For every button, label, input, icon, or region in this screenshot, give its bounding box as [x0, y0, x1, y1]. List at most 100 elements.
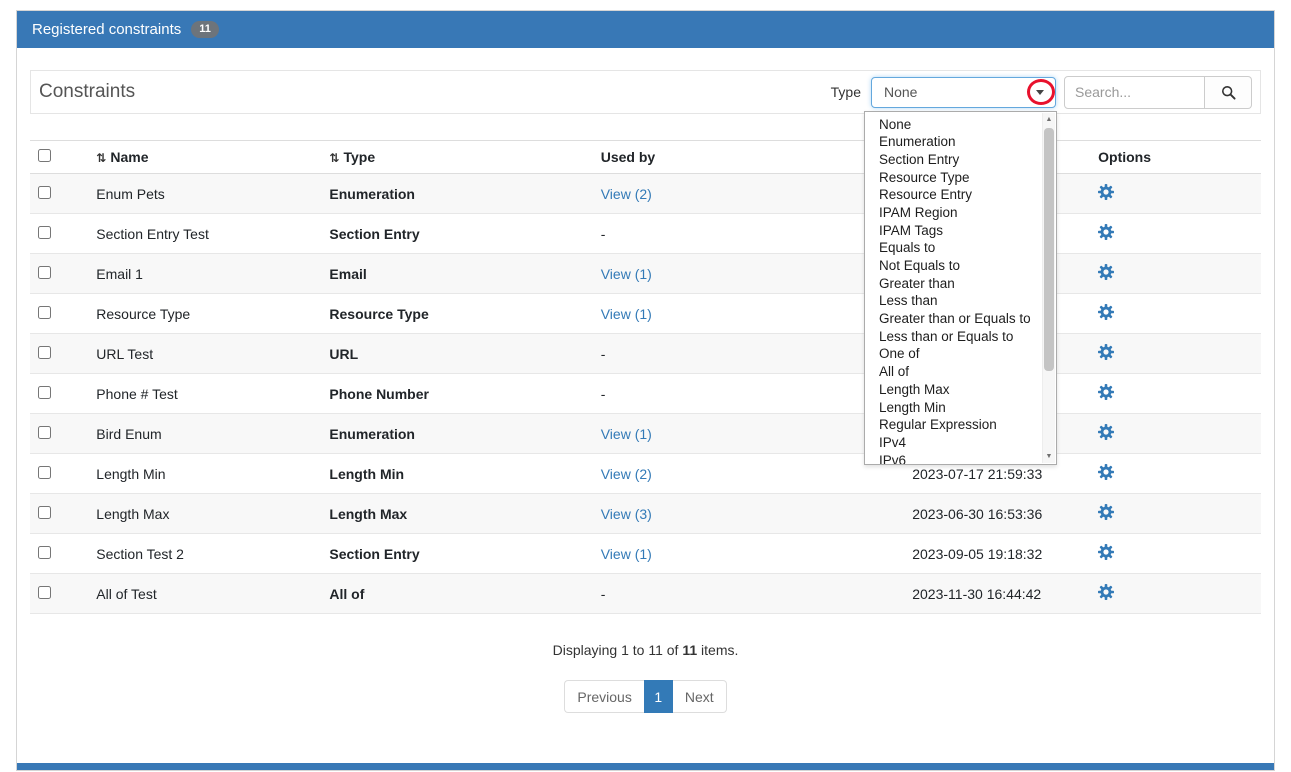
dropdown-scrollbar[interactable]: ▲ ▼ — [1042, 113, 1055, 463]
constraints-table-body: Enum Pets Enumeration View (2) — [30, 174, 1261, 614]
gear-icon[interactable] — [1098, 384, 1114, 400]
gear-icon[interactable] — [1098, 184, 1114, 200]
type-dropdown-option[interactable]: Resource Type — [865, 169, 1056, 187]
table-row: Phone # Test Phone Number - — [30, 374, 1261, 414]
pagination-next[interactable]: Next — [673, 680, 727, 713]
cell-type: URL — [321, 334, 592, 374]
type-dropdown-option[interactable]: Greater than — [865, 275, 1056, 293]
type-dropdown-option[interactable]: Less than or Equals to — [865, 328, 1056, 346]
cell-name: Bird Enum — [88, 414, 321, 454]
type-dropdown-option[interactable]: Not Equals to — [865, 257, 1056, 275]
cell-options — [1090, 494, 1261, 534]
type-dropdown-option[interactable]: Length Min — [865, 399, 1056, 417]
used-by-link[interactable]: View (1) — [601, 266, 652, 282]
type-select[interactable]: None — [871, 77, 1056, 108]
header-type[interactable]: ⇅Type — [321, 141, 592, 174]
toolbar-controls: Type None NoneEnumerationSection EntryRe… — [831, 76, 1252, 109]
table-row: Bird Enum Enumeration View (1) — [30, 414, 1261, 454]
search-input[interactable] — [1064, 76, 1205, 109]
gear-icon[interactable] — [1098, 224, 1114, 240]
row-checkbox[interactable] — [38, 266, 51, 279]
used-by-link[interactable]: View (2) — [601, 466, 652, 482]
cell-used-by: - — [601, 346, 606, 362]
table-row: Email 1 Email View (1) — [30, 254, 1261, 294]
scrollbar-thumb[interactable] — [1044, 128, 1054, 371]
row-checkbox-cell — [30, 534, 88, 574]
type-dropdown-option[interactable]: Section Entry — [865, 151, 1056, 169]
card-footer-bar — [17, 763, 1274, 770]
used-by-link[interactable]: View (3) — [601, 506, 652, 522]
type-dropdown-option[interactable]: Length Max — [865, 381, 1056, 399]
table-row: Resource Type Resource Type View (1) — [30, 294, 1261, 334]
header-options: Options — [1090, 141, 1261, 174]
type-dropdown-option[interactable]: IPAM Tags — [865, 222, 1056, 240]
used-by-link[interactable]: View (1) — [601, 426, 652, 442]
cell-name: Length Min — [88, 454, 321, 494]
row-checkbox[interactable] — [38, 546, 51, 559]
header-name[interactable]: ⇅Name — [88, 141, 321, 174]
type-select-value: None — [884, 84, 917, 100]
row-checkbox[interactable] — [38, 186, 51, 199]
cell-name: All of Test — [88, 574, 321, 614]
type-dropdown-option[interactable]: None — [865, 116, 1056, 134]
type-dropdown-option[interactable]: Less than — [865, 292, 1056, 310]
cell-type: Phone Number — [321, 374, 592, 414]
cell-options — [1090, 174, 1261, 214]
type-dropdown-option[interactable]: Greater than or Equals to — [865, 310, 1056, 328]
cell-type: Section Entry — [321, 214, 592, 254]
row-checkbox[interactable] — [38, 426, 51, 439]
pagination-page-1[interactable]: 1 — [644, 680, 673, 713]
type-dropdown-list: NoneEnumerationSection EntryResource Typ… — [864, 111, 1057, 465]
row-checkbox[interactable] — [38, 226, 51, 239]
cell-type: Enumeration — [321, 414, 592, 454]
row-checkbox[interactable] — [38, 586, 51, 599]
type-dropdown-option[interactable]: IPv6 — [865, 452, 1056, 465]
cell-type: Email — [321, 254, 592, 294]
type-dropdown-option[interactable]: All of — [865, 363, 1056, 381]
type-dropdown-option[interactable]: IPv4 — [865, 434, 1056, 452]
scroll-up-icon[interactable]: ▲ — [1043, 113, 1055, 126]
row-checkbox-cell — [30, 254, 88, 294]
sort-icon: ⇅ — [329, 151, 339, 165]
row-checkbox-cell — [30, 414, 88, 454]
gear-icon[interactable] — [1098, 504, 1114, 520]
gear-icon[interactable] — [1098, 424, 1114, 440]
type-dropdown-option[interactable]: Enumeration — [865, 133, 1056, 151]
gear-icon[interactable] — [1098, 584, 1114, 600]
type-dropdown-option[interactable]: Resource Entry — [865, 186, 1056, 204]
table-row: Section Entry Test Section Entry - — [30, 214, 1261, 254]
scroll-down-icon[interactable]: ▼ — [1043, 450, 1055, 463]
table-row: Length Min Length Min View (2) 2023-07-1… — [30, 454, 1261, 494]
gear-icon[interactable] — [1098, 464, 1114, 480]
type-filter-label: Type — [831, 84, 861, 100]
cell-name: Section Test 2 — [88, 534, 321, 574]
type-dropdown-option[interactable]: Equals to — [865, 239, 1056, 257]
used-by-link[interactable]: View (1) — [601, 306, 652, 322]
row-checkbox[interactable] — [38, 306, 51, 319]
row-checkbox[interactable] — [38, 386, 51, 399]
search-button[interactable] — [1205, 76, 1252, 109]
gear-icon[interactable] — [1098, 264, 1114, 280]
cell-used-by: - — [601, 386, 606, 402]
search-group — [1064, 76, 1252, 109]
table-row: Length Max Length Max View (3) 2023-06-3… — [30, 494, 1261, 534]
constraints-card: Registered constraints 11 Constraints Ty… — [16, 10, 1275, 771]
cell-used-by: - — [601, 226, 606, 242]
cell-options — [1090, 374, 1261, 414]
row-checkbox-cell — [30, 334, 88, 374]
used-by-link[interactable]: View (2) — [601, 186, 652, 202]
pagination-previous[interactable]: Previous — [564, 680, 643, 713]
gear-icon[interactable] — [1098, 304, 1114, 320]
cell-options — [1090, 414, 1261, 454]
gear-icon[interactable] — [1098, 544, 1114, 560]
type-dropdown-option[interactable]: One of — [865, 345, 1056, 363]
row-checkbox[interactable] — [38, 466, 51, 479]
type-dropdown-option[interactable]: Regular Expression — [865, 416, 1056, 434]
display-info: Displaying 1 to 11 of 11 items. — [30, 642, 1261, 658]
type-dropdown-option[interactable]: IPAM Region — [865, 204, 1056, 222]
row-checkbox[interactable] — [38, 346, 51, 359]
used-by-link[interactable]: View (1) — [601, 546, 652, 562]
row-checkbox[interactable] — [38, 506, 51, 519]
select-all-checkbox[interactable] — [38, 149, 51, 162]
gear-icon[interactable] — [1098, 344, 1114, 360]
